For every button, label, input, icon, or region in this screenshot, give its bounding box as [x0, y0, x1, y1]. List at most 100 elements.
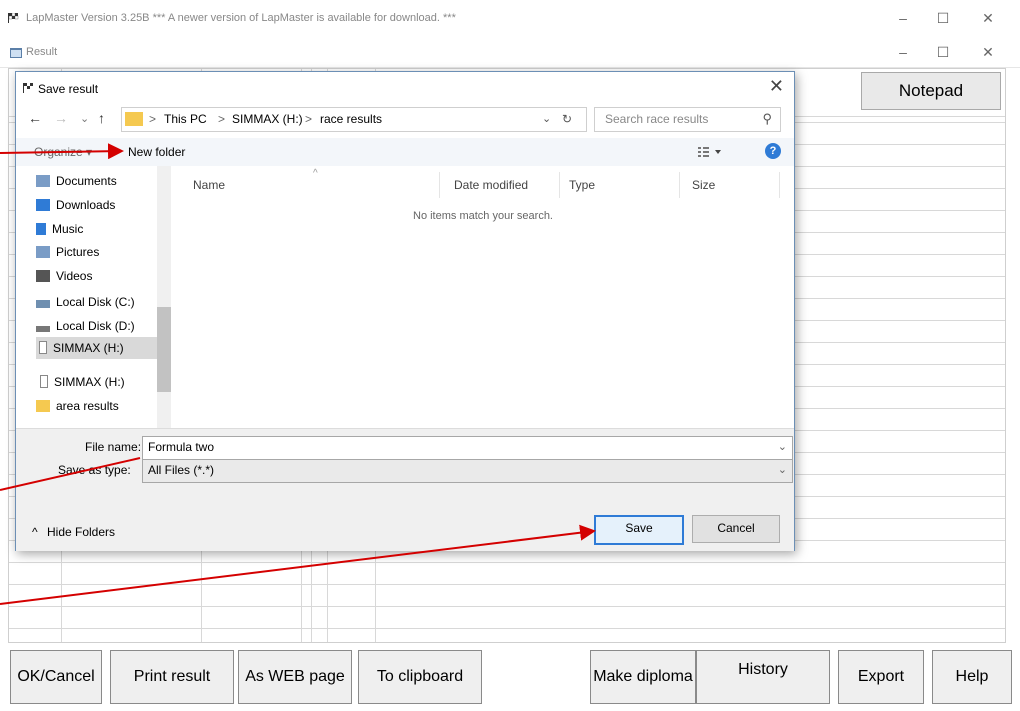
- search-icon: ⚲: [762, 111, 772, 126]
- file-name-value: Formula two: [148, 440, 215, 454]
- as-web-page-button[interactable]: As WEB page: [238, 650, 352, 704]
- breadcrumb-race-results[interactable]: race results: [320, 112, 382, 126]
- export-button[interactable]: Export: [838, 650, 924, 704]
- refresh-icon[interactable]: ↻: [562, 112, 572, 126]
- nav-item-label: Music: [52, 222, 84, 236]
- view-options-icon[interactable]: [698, 146, 724, 158]
- organize-menu[interactable]: Organize ▾: [34, 145, 92, 159]
- nav-item-music[interactable]: Music: [36, 218, 172, 240]
- chevron-up-icon: ^: [32, 525, 38, 539]
- maximize-icon[interactable]: ☐: [933, 10, 953, 27]
- new-folder-button[interactable]: New folder: [128, 145, 185, 159]
- chevron-down-icon[interactable]: ⌄: [778, 463, 787, 476]
- print-result-button[interactable]: Print result: [110, 650, 234, 704]
- videos-icon: [36, 270, 50, 282]
- music-icon: [36, 223, 46, 235]
- sort-ascending-icon: ^: [313, 168, 318, 179]
- nav-item-documents[interactable]: Documents: [36, 170, 172, 192]
- nav-pane-scroll-thumb[interactable]: [157, 307, 171, 392]
- save-button[interactable]: Save: [594, 515, 684, 545]
- navigation-bar: ← → ⌄ ↑ > This PC > SIMMAX (H:) > race r…: [16, 104, 794, 134]
- chevron-down-icon[interactable]: ⌄: [778, 440, 787, 453]
- nav-item-label: Downloads: [56, 198, 116, 212]
- help-button[interactable]: Help: [932, 650, 1012, 704]
- column-header-size[interactable]: Size: [692, 178, 715, 192]
- usb-drive-icon: [40, 375, 48, 388]
- save-options-panel: File name: Formula two ⌄ Save as type: A…: [16, 428, 794, 551]
- hide-folders-toggle[interactable]: ^ Hide Folders: [32, 525, 115, 539]
- drive-icon: [36, 326, 50, 332]
- documents-icon: [36, 175, 50, 187]
- navigation-pane: Documents Downloads Music Pictures Video…: [16, 166, 173, 428]
- save-result-dialog: Save result ✕ ← → ⌄ ↑ > This PC > SIMMAX…: [15, 71, 795, 551]
- checkered-flag-icon: [8, 13, 19, 23]
- save-as-type-value: All Files (*.*): [148, 463, 215, 477]
- pictures-icon: [36, 246, 50, 258]
- notepad-button[interactable]: Notepad: [861, 72, 1001, 110]
- hide-folders-label: Hide Folders: [46, 525, 116, 539]
- minimize-icon[interactable]: –: [893, 44, 913, 60]
- dialog-title: Save result: [38, 82, 99, 96]
- nav-item-videos[interactable]: Videos: [36, 265, 172, 287]
- nav-item-local-disk-c[interactable]: Local Disk (C:): [36, 291, 172, 313]
- empty-list-message: No items match your search.: [413, 210, 553, 222]
- forward-arrow-icon[interactable]: →: [54, 110, 68, 126]
- nav-item-downloads[interactable]: Downloads: [36, 194, 172, 216]
- nav-item-label: SIMMAX (H:): [54, 375, 125, 389]
- column-header-date-modified[interactable]: Date modified: [454, 178, 528, 192]
- address-dropdown-icon[interactable]: ⌄: [542, 112, 551, 125]
- result-window-title: Result: [26, 46, 58, 58]
- downloads-icon: [36, 199, 50, 211]
- nav-item-pictures[interactable]: Pictures: [36, 241, 172, 263]
- breadcrumb-separator: >: [149, 112, 157, 126]
- file-name-field[interactable]: Formula two ⌄: [142, 436, 793, 460]
- address-bar[interactable]: > This PC > SIMMAX (H:) > race results ⌄…: [121, 107, 587, 132]
- window-icon: [10, 48, 22, 58]
- nav-item-label: Videos: [56, 269, 93, 283]
- minimize-icon[interactable]: –: [893, 10, 913, 26]
- save-as-type-label: Save as type:: [58, 463, 131, 477]
- breadcrumb-simmax[interactable]: SIMMAX (H:): [232, 112, 303, 126]
- drive-icon: [36, 300, 50, 308]
- usb-drive-icon: [39, 341, 47, 354]
- folder-icon: [36, 400, 50, 412]
- breadcrumb-separator: >: [305, 112, 313, 126]
- result-window-title-bar: Result – ☐ ✕: [0, 38, 1020, 68]
- nav-item-label: SIMMAX (H:): [53, 341, 124, 355]
- folder-icon: [125, 112, 143, 126]
- to-clipboard-button[interactable]: To clipboard: [358, 650, 482, 704]
- nav-item-local-disk-d[interactable]: Local Disk (D:): [36, 315, 172, 337]
- close-icon[interactable]: ✕: [978, 10, 998, 27]
- search-input[interactable]: Search race results ⚲: [594, 107, 781, 132]
- history-button[interactable]: History: [696, 650, 830, 704]
- nav-item-label: Pictures: [56, 245, 100, 259]
- up-arrow-icon[interactable]: ↑: [98, 110, 105, 126]
- app-title-bar: LapMaster Version 3.25B *** A newer vers…: [0, 0, 1020, 38]
- nav-item-label: Local Disk (D:): [56, 319, 135, 333]
- cancel-button[interactable]: Cancel: [692, 515, 780, 543]
- close-icon[interactable]: ✕: [978, 44, 998, 61]
- nav-item-label: Local Disk (C:): [56, 295, 135, 309]
- search-placeholder: Search race results: [605, 112, 709, 126]
- nav-item-simmax[interactable]: SIMMAX (H:): [40, 371, 176, 393]
- make-diploma-button[interactable]: Make diploma: [590, 650, 696, 704]
- column-header-type[interactable]: Type: [569, 178, 595, 192]
- breadcrumb-this-pc[interactable]: This PC: [164, 112, 207, 126]
- column-header-name[interactable]: Name: [193, 178, 225, 192]
- dialog-toolbar: Organize ▾ New folder ?: [16, 138, 794, 167]
- nav-item-simmax-selected[interactable]: SIMMAX (H:): [36, 337, 157, 359]
- close-icon[interactable]: ✕: [769, 76, 784, 97]
- file-list-pane: Name ^ Date modified Type Size No items …: [173, 166, 794, 428]
- nav-item-label: area results: [56, 399, 119, 413]
- recent-locations-icon[interactable]: ⌄: [80, 112, 89, 125]
- save-as-type-select[interactable]: All Files (*.*) ⌄: [142, 459, 793, 483]
- breadcrumb-separator: >: [218, 112, 226, 126]
- checkered-flag-icon: [23, 83, 33, 93]
- maximize-icon[interactable]: ☐: [933, 44, 953, 61]
- back-arrow-icon[interactable]: ←: [28, 110, 42, 126]
- help-icon[interactable]: ?: [765, 143, 781, 159]
- file-name-label: File name:: [85, 440, 142, 454]
- nav-item-area-results[interactable]: area results: [36, 395, 172, 417]
- nav-item-label: Documents: [56, 174, 117, 188]
- ok-cancel-button[interactable]: OK/Cancel: [10, 650, 102, 704]
